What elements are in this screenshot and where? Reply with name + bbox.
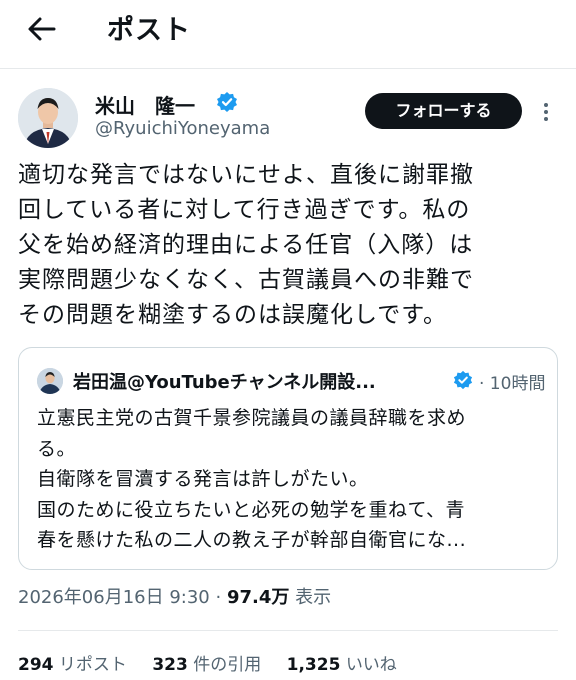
tweet-line: 適切な発言ではないにせよ、直後に謝罪撤 (18, 162, 474, 188)
top-bar: ポスト (0, 0, 576, 60)
verified-badge-icon (453, 370, 473, 390)
header-divider (0, 68, 576, 69)
quote-line: 国のために役立ちたいと必死の勉学を重ねて、青 (37, 498, 466, 521)
view-count: 97.4万 (226, 587, 290, 608)
meta-divider (18, 630, 558, 631)
quote-line: 自衛隊を冒瀆する発言は許しがたい。 (37, 468, 369, 490)
repost-stat[interactable]: 294 リポスト (18, 650, 127, 675)
verified-badge-icon (217, 92, 237, 112)
follow-button[interactable]: フォローする (365, 93, 522, 129)
quote-line: 立憲民主党の古賀千景参院議員の議員辞職を求め (37, 407, 467, 429)
like-label: いいね (345, 655, 397, 675)
view-label: 表示 (295, 587, 332, 608)
page-title: ポスト (107, 15, 191, 46)
quote-count: 323 (152, 655, 188, 675)
repost-label: リポスト (58, 655, 127, 675)
more-vertical-icon[interactable] (536, 100, 556, 126)
repost-count: 294 (18, 655, 54, 675)
tweet-line: 回している者に対して行き過ぎです。私の (18, 197, 471, 223)
quote-avatar (37, 368, 63, 394)
meta-separator: · (215, 587, 227, 608)
quote-text: 立憲民主党の古賀千景参院議員の議員辞職を求め る。 自衛隊を冒瀆する発言は許しが… (37, 403, 549, 556)
back-button[interactable] (22, 12, 62, 46)
quoted-tweet[interactable]: 岩田温@YouTubeチャンネル開設... · 10時間 立憲民主党の古賀千景参… (18, 347, 558, 570)
like-stat[interactable]: 1,325 いいね (287, 650, 397, 675)
post-meta: 2026年06月16日 9:30 · 97.4万 表示 (18, 583, 331, 609)
tweet-line: 実際問題少なくなく、古賀議員への非難で (18, 267, 474, 293)
quote-author-name: 岩田温@YouTubeチャンネル開設... (73, 372, 376, 393)
post-datetime[interactable]: 2026年06月16日 9:30 (18, 587, 210, 608)
quote-line: 春を懸けた私の二人の教え子が幹部自衛官にな... (37, 529, 467, 551)
quote-line: る。 (37, 437, 77, 460)
tweet-line: その問題を糊塗するのは誤魔化しです。 (18, 302, 448, 328)
like-count: 1,325 (286, 655, 341, 675)
tweet-line: 父を始め経済的理由による任官（入隊）は (18, 232, 474, 258)
arrow-left-icon (28, 17, 56, 41)
quote-author-photo (37, 368, 63, 394)
tweet-text: 適切な発言ではないにせよ、直後に謝罪撤 回している者に対して行き過ぎです。私の … (18, 158, 558, 333)
author-avatar[interactable] (18, 88, 78, 148)
quote-label: 件の引用 (193, 655, 262, 675)
author-photo (18, 88, 78, 148)
author-handle[interactable]: @RyuichiYoneyama (95, 118, 270, 139)
engagement-stats: 294 リポスト 323 件の引用 1,325 いいね (18, 650, 417, 675)
quote-timestamp: · 10時間 (479, 374, 546, 394)
quote-stat[interactable]: 323 件の引用 (152, 650, 261, 675)
author-name[interactable]: 米山 隆一 (95, 90, 195, 119)
